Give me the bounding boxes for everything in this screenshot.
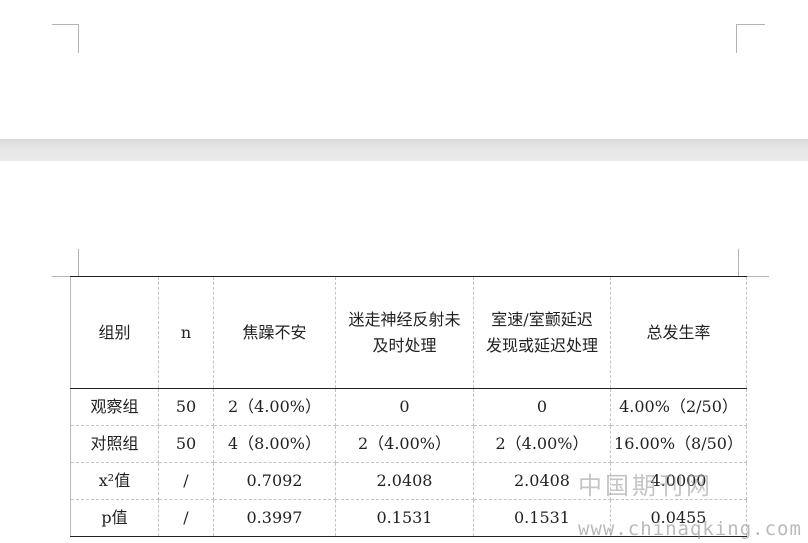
table-cell: 4（8.00%）	[213, 425, 336, 463]
table-cell: 2.0408	[335, 462, 474, 500]
table-row: 对照组 50 4（8.00%） 2（4.00%） 2（4.00%） 16.00%…	[70, 425, 747, 463]
table-cell: 0.3997	[213, 499, 336, 537]
table-cell: 50	[158, 425, 214, 463]
header-cell-agitation: 焦躁不安	[213, 276, 336, 389]
table-header-row: 组别 n 焦躁不安 迷走神经反射未及时处理 室速/室颤延迟发现或延迟处理 总发生…	[70, 276, 747, 389]
table-cell: 2（4.00%）	[473, 425, 611, 463]
table-row: 观察组 50 2（4.00%） 0 0 4.00%（2/50）	[70, 388, 747, 426]
crop-mark-top-right	[736, 24, 765, 53]
table-cell: 0.7092	[213, 462, 336, 500]
table-cell: 50	[158, 388, 214, 426]
header-cell-vt-vf: 室速/室颤延迟发现或延迟处理	[473, 276, 611, 389]
table-cell: x²值	[70, 462, 159, 500]
header-cell-group: 组别	[70, 276, 159, 389]
table-cell: 0	[335, 388, 474, 426]
table-cell: /	[158, 462, 214, 500]
crop-mark-top-left	[52, 24, 79, 53]
table-cell: 0.1531	[335, 499, 474, 537]
table-cell: 0	[473, 388, 611, 426]
table-cell: 对照组	[70, 425, 159, 463]
watermark-text: 中国期刊网	[578, 472, 713, 500]
watermark-url: www.chinaqking.com	[578, 518, 802, 540]
header-cell-vagal-reflex: 迷走神经反射未及时处理	[335, 276, 474, 389]
header-cell-n: n	[158, 276, 214, 389]
table-cell: 观察组	[70, 388, 159, 426]
page-separator	[0, 139, 808, 161]
table-cell: 16.00%（8/50）	[610, 425, 747, 463]
document-page-upper	[0, 0, 808, 139]
table-cell: 2（4.00%）	[213, 388, 336, 426]
table-cell: /	[158, 499, 214, 537]
header-cell-total-rate: 总发生率	[610, 276, 747, 389]
table-cell: p值	[70, 499, 159, 537]
crop-mark-bottom-left	[52, 249, 79, 277]
crop-mark-bottom-right	[738, 249, 769, 277]
table-cell: 2（4.00%）	[335, 425, 474, 463]
table-cell: 4.00%（2/50）	[610, 388, 747, 426]
